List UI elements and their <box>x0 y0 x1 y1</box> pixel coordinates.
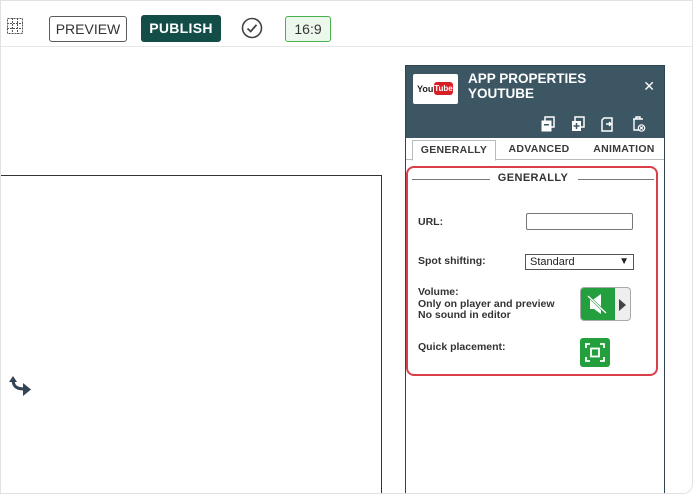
spot-shifting-select[interactable]: Standard ▼ <box>525 254 634 270</box>
volume-toggle-button[interactable] <box>580 287 631 321</box>
mute-speaker-icon <box>587 294 607 314</box>
panel-tabs: GENERALLY ADVANCED ANIMATION <box>406 138 664 161</box>
volume-mute-area <box>581 288 615 320</box>
check-circle-icon[interactable] <box>241 17 263 39</box>
panel-title: APP PROPERTIES YOUTUBE <box>468 71 586 101</box>
stage-canvas[interactable] <box>1 175 382 493</box>
tab-advanced[interactable]: ADVANCED <box>500 140 578 161</box>
preview-button[interactable]: PREVIEW <box>49 16 127 42</box>
panel-header: You Tube APP PROPERTIES YOUTUBE ✕ <box>406 66 664 110</box>
delete-icon[interactable] <box>630 116 646 132</box>
logo-tube-text: Tube <box>434 82 453 95</box>
quick-placement-label: Quick placement: <box>418 341 506 353</box>
youtube-logo-icon: You Tube <box>413 74 458 104</box>
copy-icon[interactable] <box>540 116 556 132</box>
spot-shifting-value: Standard <box>530 256 575 268</box>
tab-animation[interactable]: ANIMATION <box>584 140 664 161</box>
panel-action-bar <box>406 110 664 138</box>
url-label: URL: <box>418 216 444 228</box>
volume-label-line1: Volume: <box>418 286 459 298</box>
grid-icon[interactable] <box>7 18 23 34</box>
spot-shifting-label: Spot shifting: <box>418 255 486 267</box>
rotate-arrow-icon[interactable] <box>9 375 33 401</box>
volume-label-line3: No sound in editor <box>418 309 511 321</box>
publish-button[interactable]: PUBLISH <box>141 15 221 42</box>
generally-section: GENERALLY URL: Spot shifting: Standard ▼… <box>406 166 658 376</box>
duplicate-icon[interactable] <box>570 116 586 132</box>
play-arrow-icon <box>619 299 626 311</box>
section-title: GENERALLY <box>497 172 569 184</box>
legend-line-right <box>578 179 654 180</box>
tab-generally[interactable]: GENERALLY <box>412 140 496 161</box>
quick-placement-button[interactable] <box>580 338 610 367</box>
legend-line-left <box>412 179 490 180</box>
editor-frame: PREVIEW PUBLISH 16:9 You Tube APP PROPER… <box>0 0 693 494</box>
paste-icon[interactable] <box>600 116 616 132</box>
close-icon[interactable]: ✕ <box>643 78 655 95</box>
top-toolbar: PREVIEW PUBLISH 16:9 <box>1 1 692 47</box>
chevron-down-icon: ▼ <box>619 256 629 267</box>
volume-label: Volume: Only on player and preview No so… <box>418 286 555 322</box>
url-input[interactable] <box>526 213 633 230</box>
logo-you-text: You <box>417 84 434 94</box>
expand-placement-icon <box>585 343 605 362</box>
app-properties-panel: You Tube APP PROPERTIES YOUTUBE ✕ GENERA… <box>405 65 665 493</box>
aspect-ratio-badge[interactable]: 16:9 <box>285 16 331 42</box>
panel-title-line2: YOUTUBE <box>468 86 535 101</box>
panel-title-line1: APP PROPERTIES <box>468 71 587 86</box>
